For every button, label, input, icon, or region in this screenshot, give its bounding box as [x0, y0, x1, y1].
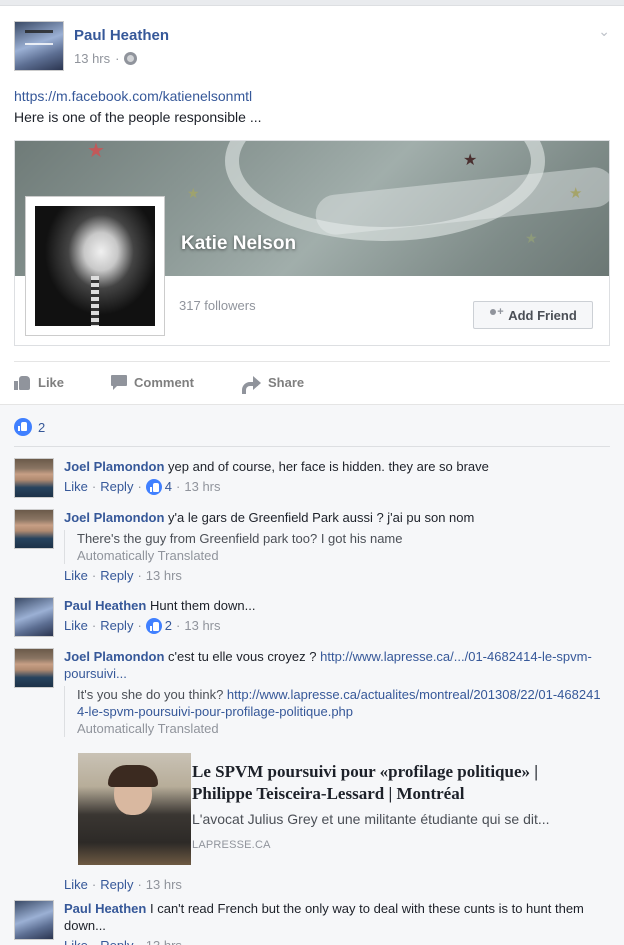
- add-friend-button[interactable]: Add Friend: [473, 301, 593, 329]
- comment-like-button[interactable]: Like: [64, 567, 88, 584]
- chevron-down-icon[interactable]: ⌄: [598, 23, 610, 40]
- comment-reactions[interactable]: 2: [145, 617, 173, 634]
- meta-separator: ·: [115, 51, 120, 66]
- comment-like-button[interactable]: Like: [64, 478, 88, 495]
- share-button[interactable]: Share: [242, 375, 305, 394]
- profile-picture[interactable]: [35, 206, 155, 326]
- profile-name[interactable]: Katie Nelson: [181, 233, 296, 255]
- translation-block: There's the guy from Greenfield park too…: [64, 530, 604, 564]
- comment-text: y'a le gars de Greenfield Park aussi ? j…: [168, 510, 475, 525]
- link-preview-card[interactable]: Le SPVM poursuivi pour «profilage politi…: [78, 753, 608, 865]
- comment-reply-button[interactable]: Reply: [100, 567, 133, 584]
- reactions-summary[interactable]: 2: [14, 418, 45, 436]
- post-timestamp[interactable]: 13 hrs: [74, 51, 110, 66]
- comment-reply-button[interactable]: Reply: [100, 478, 133, 495]
- like-reaction-icon: [14, 418, 32, 436]
- comment-timestamp[interactable]: 13 hrs: [146, 567, 182, 584]
- comment-reply-button[interactable]: Reply: [100, 937, 133, 945]
- link-preview-title[interactable]: Le SPVM poursuivi pour «profilage politi…: [192, 761, 602, 805]
- comment-reply-button[interactable]: Reply: [100, 617, 133, 634]
- comment-author[interactable]: Joel Plamondon: [64, 510, 164, 525]
- add-friend-icon: [489, 306, 504, 321]
- post-text: Here is one of the people responsible ..…: [14, 109, 262, 125]
- comment-timestamp[interactable]: 13 hrs: [146, 937, 182, 945]
- comment-label: Comment: [134, 375, 194, 390]
- divider: [14, 361, 610, 362]
- comment-author[interactable]: Joel Plamondon: [64, 649, 164, 664]
- like-reaction-icon: [145, 617, 162, 634]
- star-decoration: ★: [187, 185, 200, 201]
- reaction-count[interactable]: 2: [38, 420, 45, 435]
- comment-author[interactable]: Joel Plamondon: [64, 459, 164, 474]
- comment-like-count: 2: [164, 618, 173, 633]
- auto-translated-label[interactable]: Automatically Translated: [77, 547, 604, 564]
- profile-attachment[interactable]: ★ ★ ★ ★ ★ Katie Nelson 317 followers Add…: [14, 140, 610, 346]
- auto-translated-label[interactable]: Automatically Translated: [77, 720, 604, 737]
- add-friend-label: Add Friend: [508, 307, 577, 323]
- comment-button[interactable]: Comment: [111, 375, 194, 390]
- profile-picture-frame[interactable]: [25, 196, 165, 336]
- share-icon: [242, 375, 261, 394]
- translation-text: It's you she do you think?: [77, 687, 224, 702]
- like-reaction-icon: [145, 478, 162, 495]
- divider: [14, 446, 610, 447]
- avatar[interactable]: [14, 900, 54, 940]
- comment-author[interactable]: Paul Heathen: [64, 598, 146, 613]
- share-label: Share: [268, 375, 305, 390]
- post-card: Paul Heathen 13 hrs · ⌄ https://m.facebo…: [0, 5, 624, 945]
- avatar[interactable]: [14, 648, 54, 688]
- comment-like-count: 4: [164, 479, 173, 494]
- post-meta: 13 hrs ·: [74, 51, 138, 66]
- post-link[interactable]: https://m.facebook.com/katienelsonmtl: [14, 88, 252, 104]
- followers-count: 317 followers: [179, 298, 256, 313]
- comment-like-button[interactable]: Like: [64, 876, 88, 893]
- comment-timestamp[interactable]: 13 hrs: [146, 876, 182, 893]
- star-decoration: ★: [463, 152, 478, 169]
- thumbs-up-icon: [14, 375, 31, 390]
- link-preview-image[interactable]: [78, 753, 191, 865]
- avatar[interactable]: [14, 597, 54, 637]
- like-button[interactable]: Like: [14, 375, 64, 390]
- author-name[interactable]: Paul Heathen: [74, 27, 169, 44]
- author-avatar[interactable]: [14, 21, 64, 71]
- star-decoration: ★: [569, 185, 583, 202]
- comment-text: yep and of course, her face is hidden. t…: [168, 459, 489, 474]
- comment-like-button[interactable]: Like: [64, 617, 88, 634]
- globe-icon[interactable]: [124, 52, 138, 65]
- comment-timestamp[interactable]: 13 hrs: [184, 617, 220, 634]
- comment-reply-button[interactable]: Reply: [100, 876, 133, 893]
- comment-timestamp[interactable]: 13 hrs: [184, 478, 220, 495]
- link-preview-description: L'avocat Julius Grey et une militante ét…: [192, 811, 550, 827]
- translation-text: There's the guy from Greenfield park too…: [77, 531, 403, 546]
- link-preview-domain: LAPRESSE.CA: [192, 839, 271, 851]
- comment-icon: [111, 375, 127, 390]
- star-decoration: ★: [87, 141, 105, 162]
- like-label: Like: [38, 375, 65, 390]
- comment-author[interactable]: Paul Heathen: [64, 901, 146, 916]
- translation-block: It's you she do you think? http://www.la…: [64, 686, 604, 737]
- avatar[interactable]: [14, 509, 54, 549]
- comment-like-button[interactable]: Like: [64, 937, 88, 945]
- star-decoration: ★: [525, 230, 538, 246]
- avatar[interactable]: [14, 458, 54, 498]
- comment-text: c'est tu elle vous croyez ?: [168, 649, 317, 664]
- comment-reactions[interactable]: 4: [145, 478, 173, 495]
- comment-text: Hunt them down...: [149, 598, 256, 613]
